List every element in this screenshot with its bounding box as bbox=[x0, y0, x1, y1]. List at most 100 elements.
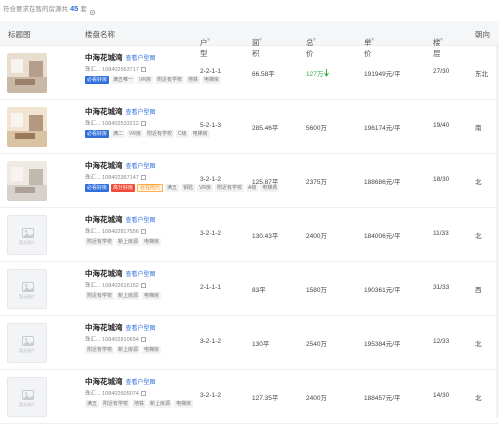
listing-tag: 附近有学校 bbox=[144, 130, 174, 138]
listing-name[interactable]: 中海花城湾 bbox=[85, 107, 123, 116]
layout-cell: 3-2-1-2 bbox=[200, 392, 221, 399]
result-suffix: 套 bbox=[80, 6, 87, 13]
view-layout-link[interactable]: 查看户型图 bbox=[126, 164, 156, 170]
view-layout-link[interactable]: 查看户型图 bbox=[126, 56, 156, 62]
unit-price-cell: 188457元/平 bbox=[364, 395, 401, 402]
listing-id: 珠汇... 108402367147 bbox=[85, 175, 139, 181]
copy-icon[interactable] bbox=[140, 283, 146, 289]
total-price-cell: 127万 bbox=[306, 68, 330, 79]
copy-icon[interactable] bbox=[140, 229, 146, 235]
layout-cell: 3-2-1-2 bbox=[200, 176, 221, 183]
listing-tag: 必看好房 bbox=[85, 184, 110, 192]
view-layout-link[interactable]: 查看户型图 bbox=[126, 272, 156, 278]
copy-icon[interactable] bbox=[140, 121, 146, 127]
table-row[interactable]: 暂无图片 中海花城湾 查看户型图 珠汇... 108402616152 附近有学校 新上房… bbox=[0, 262, 499, 316]
listing-tag: 电梯房 bbox=[142, 238, 162, 246]
listing-tag: VR房 bbox=[197, 184, 214, 192]
col-image: 标题图 bbox=[8, 30, 31, 39]
orientation-cell: 北 bbox=[475, 233, 482, 240]
floor-cell: 14/30 bbox=[433, 392, 450, 399]
floor-cell: 31/33 bbox=[433, 284, 450, 291]
listing-photo[interactable] bbox=[7, 53, 47, 93]
placeholder-label: 暂无图片 bbox=[19, 348, 35, 353]
layout-cell: 5-2-1-3 bbox=[200, 122, 221, 129]
listing-tag: 必看好房 bbox=[85, 76, 110, 84]
area-cell: 66.58平 bbox=[252, 71, 275, 78]
listing-tag: 地铁 bbox=[132, 400, 147, 408]
tag-list: 附近有学校 新上房源 电梯房 bbox=[85, 292, 163, 300]
listing-tag: VR房 bbox=[137, 76, 153, 84]
listing-name[interactable]: 中海花城湾 bbox=[85, 269, 123, 278]
table-row[interactable]: 暂无图片 中海花城湾 查看户型图 珠汇... 108402810654 附近有学校 新上房… bbox=[0, 316, 499, 370]
listing-tag: 新上房源 bbox=[148, 400, 173, 408]
listing-tag: 附近有学校 bbox=[85, 292, 115, 300]
tag-list: 必看好房 满五唯一 VR房 附近有学校 地铁 电梯房 bbox=[85, 76, 223, 84]
view-layout-link[interactable]: 查看户型图 bbox=[126, 110, 156, 116]
placeholder-image[interactable]: 暂无图片 bbox=[7, 323, 47, 363]
listing-tag: 必看好房 bbox=[85, 130, 110, 138]
result-prefix: 符合要求在售的房源共 bbox=[3, 6, 68, 13]
copy-icon[interactable] bbox=[140, 175, 146, 181]
unit-price-cell: 195384元/平 bbox=[364, 341, 401, 348]
listing-tag: 新上房源 bbox=[116, 292, 141, 300]
placeholder-image[interactable]: 暂无图片 bbox=[7, 269, 47, 309]
orientation-cell: 西 bbox=[475, 287, 482, 294]
sort-icon: ▲▼ bbox=[201, 37, 211, 43]
area-cell: 285.46平 bbox=[252, 125, 279, 132]
placeholder-image[interactable]: 暂无图片 bbox=[7, 215, 47, 255]
table-row[interactable]: 中海花城湾 查看户型图珠汇... 108402563717 必看好房 满五唯一 VR房附… bbox=[0, 46, 499, 100]
orientation-cell: 南 bbox=[475, 125, 482, 132]
layout-cell: 2-2-1-1 bbox=[200, 68, 221, 75]
total-price-cell: 1580万 bbox=[306, 287, 327, 294]
table-row[interactable]: 暂无图片 中海花城湾 查看户型图珠汇... 108402605074 满五 附近有学校地… bbox=[0, 370, 499, 424]
area-cell: 127.35平 bbox=[252, 395, 279, 402]
sort-icon: ▲▼ bbox=[434, 37, 444, 43]
total-price-cell: 2400万 bbox=[306, 395, 327, 402]
copy-icon[interactable] bbox=[140, 391, 146, 397]
view-layout-link[interactable]: 查看户型图 bbox=[126, 326, 156, 332]
listing-name[interactable]: 中海花城湾 bbox=[85, 215, 123, 224]
listing-tag: 钥匙 bbox=[181, 184, 196, 192]
floor-cell: 18/30 bbox=[433, 176, 450, 183]
table-row[interactable]: 中海花城湾 查看户型图珠汇... 108402367147 必看好房 高分好房 近在咫尺… bbox=[0, 154, 499, 208]
col-orient: 朝向 bbox=[475, 30, 490, 39]
view-layout-link[interactable]: 查看户型图 bbox=[126, 218, 156, 224]
listing-tag: 高分好房 bbox=[111, 184, 136, 192]
view-layout-link[interactable]: 查看户型图 bbox=[126, 380, 156, 386]
total-price-cell: 2400万 bbox=[306, 233, 327, 240]
listing-name[interactable]: 中海花城湾 bbox=[85, 161, 123, 170]
listing-tag: 电梯房 bbox=[190, 130, 210, 138]
settings-icon[interactable] bbox=[89, 6, 96, 15]
total-price-cell: 2375万 bbox=[306, 179, 327, 186]
listing-tag: 近在咫尺 bbox=[137, 184, 164, 192]
result-summary: 符合要求在售的房源共 45 套 bbox=[0, 0, 499, 17]
layout-cell: 3-2-1-2 bbox=[200, 230, 221, 237]
tag-list: 附近有学校 新上房源 电梯房 bbox=[85, 238, 163, 246]
placeholder-image[interactable]: 暂无图片 bbox=[7, 377, 47, 417]
copy-icon[interactable] bbox=[140, 67, 146, 73]
listing-name[interactable]: 中海花城湾 bbox=[85, 53, 123, 62]
listing-tag: C级 bbox=[176, 130, 189, 138]
listing-photo[interactable] bbox=[7, 107, 47, 147]
tag-list: 满五 附近有学校 地铁 新上房源 电梯房 bbox=[85, 400, 195, 408]
listing-tag: 新上房源 bbox=[116, 346, 141, 354]
table-row[interactable]: 中海花城湾 查看户型图 珠汇... 108402533212 必看好房 满二 VR房 附近有… bbox=[0, 100, 499, 154]
orientation-cell: 北 bbox=[475, 179, 482, 186]
unit-price-cell: 188686元/平 bbox=[364, 179, 401, 186]
listing-id: 珠汇... 108402605074 bbox=[85, 391, 139, 397]
listing-id: 珠汇... 108402810654 bbox=[85, 337, 139, 343]
area-cell: 130.43平 bbox=[252, 233, 279, 240]
listing-tag: 满二 bbox=[111, 130, 126, 138]
copy-icon[interactable] bbox=[140, 337, 146, 343]
table-row[interactable]: 暂无图片 中海花城湾 查看户型图 珠汇... 108402817556 附近有学校 新上房… bbox=[0, 208, 499, 262]
listing-photo[interactable] bbox=[7, 161, 47, 201]
listing-name[interactable]: 中海花城湾 bbox=[85, 377, 123, 386]
floor-cell: 12/33 bbox=[433, 338, 450, 345]
listing-name[interactable]: 中海花城湾 bbox=[85, 323, 123, 332]
listing-table: 中海花城湾 查看户型图 珠汇... 108402563717 必看好房 满五唯一 VR房附… bbox=[0, 46, 499, 424]
listing-id: 珠汇... 108402563717 bbox=[85, 67, 139, 73]
listing-tag: 地铁 bbox=[186, 76, 201, 84]
placeholder-label: 暂无图片 bbox=[19, 402, 35, 407]
listing-tag: 电梯房 bbox=[174, 400, 194, 408]
price-down-icon bbox=[324, 69, 330, 79]
